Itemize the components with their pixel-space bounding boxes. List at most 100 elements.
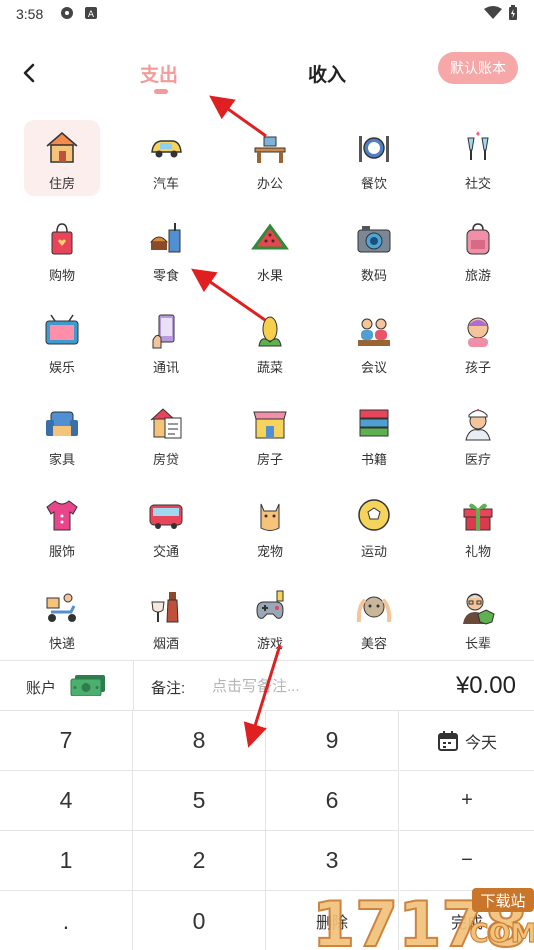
app-notification-icon: A (85, 7, 97, 20)
category-item[interactable]: 烟酒 (128, 580, 204, 656)
category-label: 蔬菜 (256, 360, 283, 375)
site-watermark-logo: 17178 下载站 COM (312, 887, 534, 950)
category-item[interactable]: 办公 (232, 120, 308, 196)
house-icon (46, 132, 78, 163)
key-8[interactable]: 8 (133, 711, 266, 771)
category-item[interactable]: 娱乐 (24, 304, 100, 380)
category-label: 旅游 (464, 268, 491, 283)
date-button[interactable]: 今天 (400, 711, 534, 771)
key-dot[interactable]: . (0, 891, 133, 950)
office-desk-icon (254, 136, 286, 163)
category-item[interactable]: 书籍 (336, 396, 412, 472)
category-item[interactable]: 零食 (128, 212, 204, 288)
category-label: 书籍 (360, 452, 387, 467)
category-label: 零食 (152, 268, 179, 283)
category-label: 水果 (256, 268, 283, 283)
category-label: 办公 (256, 176, 283, 191)
note-input[interactable] (212, 674, 412, 698)
amount-display: ¥0.00 (455, 672, 516, 699)
category-label: 娱乐 (48, 360, 75, 375)
category-label: 房子 (256, 452, 283, 467)
delivery-scooter-icon (46, 593, 76, 622)
category-item[interactable]: 汽车 (128, 120, 204, 196)
tab-income[interactable]: 收入 (308, 60, 346, 87)
category-item[interactable]: 社交 (440, 120, 516, 196)
category-item[interactable]: 会议 (336, 304, 412, 380)
info-bar: 账户 备注: ¥0.00 (0, 661, 534, 711)
svg-text:COM: COM (469, 919, 534, 949)
category-label: 房贷 (152, 452, 179, 467)
key-0[interactable]: 0 (133, 891, 266, 950)
social-drinks-icon (467, 131, 489, 160)
category-label: 长辈 (464, 636, 491, 651)
sofa-icon (46, 411, 78, 436)
category-item[interactable]: 礼物 (440, 488, 516, 564)
category-label: 宠物 (256, 544, 283, 559)
category-item[interactable]: 餐饮 (336, 120, 412, 196)
key-4[interactable]: 4 (0, 771, 133, 831)
category-item[interactable]: 数码 (336, 212, 412, 288)
category-item[interactable]: 服饰 (24, 488, 100, 564)
backpack-icon (466, 223, 490, 255)
category-item[interactable]: 长辈 (440, 580, 516, 656)
key-2[interactable]: 2 (133, 831, 266, 891)
shirt-icon (46, 500, 78, 531)
category-label: 美容 (360, 636, 387, 651)
tv-icon (45, 314, 79, 345)
category-label: 住房 (48, 176, 75, 191)
category-item[interactable]: 快递 (24, 580, 100, 656)
category-item[interactable]: 运动 (336, 488, 412, 564)
tab-indicator (154, 89, 168, 94)
category-label: 餐饮 (360, 176, 387, 191)
category-item[interactable]: 游戏 (232, 580, 308, 656)
category-item[interactable]: 交通 (128, 488, 204, 564)
category-label: 通讯 (152, 360, 179, 375)
category-item[interactable]: 通讯 (128, 304, 204, 380)
category-label: 礼物 (464, 544, 491, 559)
key-5[interactable]: 5 (133, 771, 266, 831)
key-6[interactable]: 6 (266, 771, 399, 831)
svg-text:A: A (88, 10, 95, 20)
plus-key[interactable]: + (400, 771, 534, 831)
watermelon-icon (251, 223, 289, 250)
category-label: 烟酒 (152, 636, 179, 651)
category-label: 医疗 (464, 452, 491, 467)
default-book-button[interactable]: 默认账本 (438, 52, 518, 84)
gift-icon (463, 503, 493, 531)
category-item[interactable]: 水果 (232, 212, 308, 288)
category-item[interactable]: 住房 (24, 120, 100, 196)
date-label: 今天 (464, 734, 497, 752)
corn-icon (258, 316, 282, 347)
category-item[interactable]: 房子 (232, 396, 308, 472)
tab-expense[interactable]: 支出 (140, 60, 178, 87)
svg-text:下载站: 下载站 (480, 892, 525, 910)
category-label: 购物 (48, 268, 75, 283)
key-9[interactable]: 9 (266, 711, 399, 771)
category-label: 社交 (464, 176, 491, 191)
tobacco-wine-icon (151, 592, 179, 623)
category-item[interactable]: 购物 (24, 212, 100, 288)
calendar-icon (437, 730, 458, 751)
notification-icon (61, 7, 73, 19)
gamepad-icon (256, 590, 284, 619)
mortgage-icon (150, 408, 182, 439)
category-label: 游戏 (256, 636, 283, 651)
back-arrow-icon[interactable] (18, 62, 40, 84)
facial-icon (356, 596, 392, 623)
snack-icon (149, 223, 181, 253)
category-item[interactable]: 美容 (336, 580, 412, 656)
status-time: 3:58 (16, 6, 44, 22)
category-label: 交通 (152, 544, 179, 559)
category-item[interactable]: 家具 (24, 396, 100, 472)
key-7[interactable]: 7 (0, 711, 133, 771)
category-item[interactable]: 宠物 (232, 488, 308, 564)
money-icon[interactable] (70, 674, 106, 696)
category-item[interactable]: 旅游 (440, 212, 516, 288)
category-item[interactable]: 房贷 (128, 396, 204, 472)
cat-icon (260, 503, 280, 531)
account-label[interactable]: 账户 (26, 677, 56, 698)
category-item[interactable]: 医疗 (440, 396, 516, 472)
key-1[interactable]: 1 (0, 831, 133, 891)
category-item[interactable]: 蔬菜 (232, 304, 308, 380)
category-item[interactable]: 孩子 (440, 304, 516, 380)
